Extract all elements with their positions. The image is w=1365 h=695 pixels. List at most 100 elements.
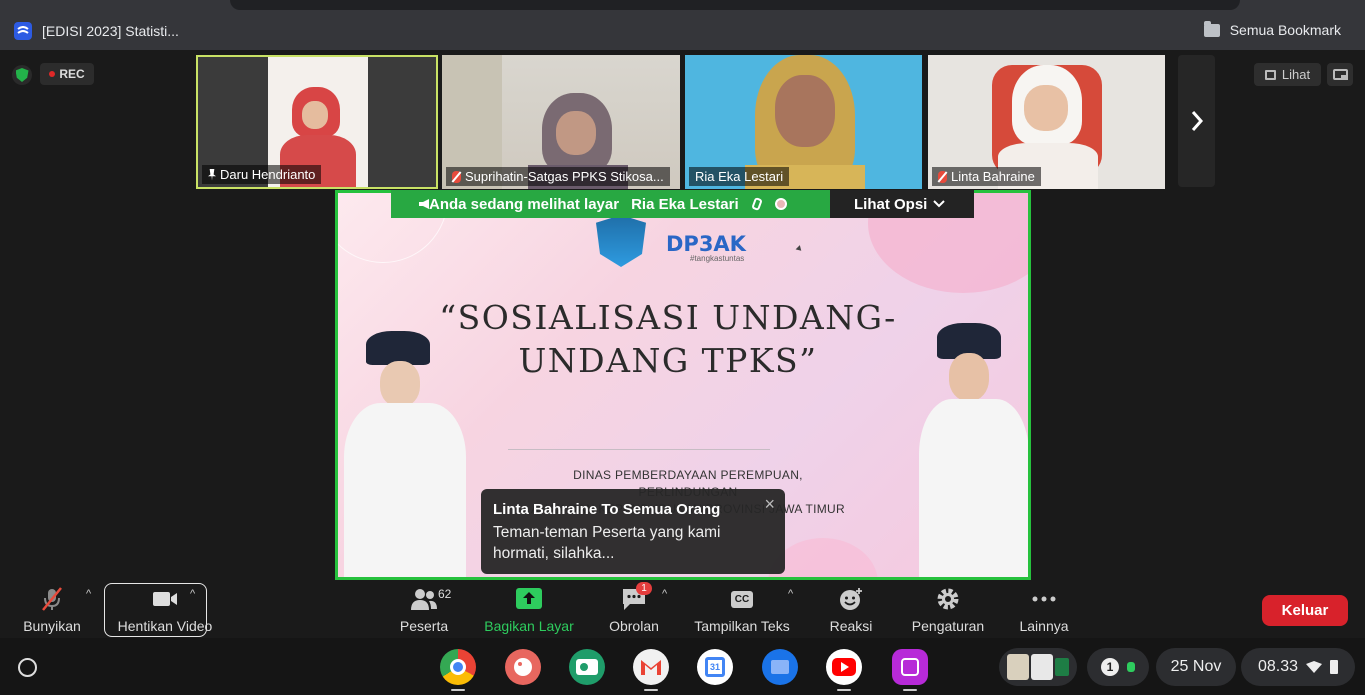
participants-label: Peserta xyxy=(399,618,449,634)
audio-options-chevron-icon[interactable]: ^ xyxy=(86,588,91,600)
slide-title: “SOSIALISASI UNDANG-UNDANG TPKS” xyxy=(439,298,897,380)
picture-in-picture-button[interactable] xyxy=(1327,63,1353,86)
dp3ak-tagline: #tangkastuntas xyxy=(690,254,745,263)
battery-icon xyxy=(1330,660,1339,674)
captions-options-chevron-icon[interactable]: ^ xyxy=(788,588,793,600)
date-label: 25 Nov xyxy=(1170,658,1222,675)
participant-tile[interactable]: Daru Hendrianto xyxy=(196,55,438,189)
camera-in-use-icon xyxy=(1127,662,1135,672)
more-button[interactable]: Lainnya xyxy=(1016,580,1072,638)
participant-name: Ria Eka Lestari xyxy=(695,169,784,184)
reactions-button[interactable]: Reaksi xyxy=(826,580,876,638)
chevron-down-icon xyxy=(933,200,946,208)
governor-photo xyxy=(338,323,473,577)
more-dots-icon xyxy=(1032,596,1056,602)
share-screen-button[interactable]: Bagikan Layar xyxy=(482,580,576,638)
viewing-share-indicator: Anda sedang melihat layar Ria Eka Lestar… xyxy=(391,190,830,218)
speaker-icon xyxy=(419,199,429,209)
participant-name-tag: Daru Hendrianto xyxy=(202,165,322,184)
bookmark-bar: [EDISI 2023] Statisti... Semua Bookmark xyxy=(0,0,1365,50)
running-indicator xyxy=(451,689,465,691)
video-camera-icon xyxy=(153,592,177,606)
participant-tile[interactable]: Suprihatin-Satgas PPKS Stikosa... xyxy=(442,55,680,189)
participants-icon xyxy=(411,589,437,610)
unmute-button[interactable]: Bunyikan xyxy=(18,580,86,638)
chat-sender: Linta Bahraine To Semua Orang xyxy=(493,501,721,518)
chat-notification[interactable]: Linta Bahraine To Semua Orang Teman-tema… xyxy=(481,489,785,574)
vice-governor-photo xyxy=(913,323,1028,577)
bookmark-label: [EDISI 2023] Statisti... xyxy=(42,23,179,39)
mic-muted-icon xyxy=(938,170,947,183)
launcher-icon[interactable] xyxy=(18,658,37,677)
gear-icon xyxy=(937,588,959,610)
view-options-label: Lihat Opsi xyxy=(854,195,928,213)
chevron-right-icon xyxy=(1191,111,1203,131)
province-emblem-icon xyxy=(596,215,646,267)
smiley-icon xyxy=(840,588,862,610)
mic-icon xyxy=(750,196,763,212)
security-shield-icon[interactable] xyxy=(12,65,32,85)
notification-tray[interactable]: 1 xyxy=(1087,648,1149,686)
running-indicator xyxy=(903,689,917,691)
participant-name: Daru Hendrianto xyxy=(220,167,316,182)
site-favicon-icon xyxy=(14,22,32,40)
classroom-icon[interactable] xyxy=(569,649,605,685)
more-label: Lainnya xyxy=(1019,618,1069,634)
date-tray[interactable]: 25 Nov xyxy=(1156,648,1236,686)
divider xyxy=(508,449,770,450)
canvas-icon[interactable] xyxy=(505,649,541,685)
record-icon xyxy=(774,198,787,210)
view-label: Lihat xyxy=(1281,67,1311,82)
record-dot-icon xyxy=(49,71,56,77)
notification-count: 1 xyxy=(1101,658,1119,676)
gallery-icon[interactable] xyxy=(892,649,928,685)
chat-message: Teman-teman Peserta yang kami hormati, s… xyxy=(493,524,721,562)
participant-name: Suprihatin-Satgas PPKS Stikosa... xyxy=(465,169,664,184)
unmute-label: Bunyikan xyxy=(23,618,81,634)
leave-button[interactable]: Keluar xyxy=(1262,595,1348,626)
show-captions-button[interactable]: CC Tampilkan Teks xyxy=(692,580,792,638)
settings-label: Pengaturan xyxy=(911,618,985,634)
wifi-icon xyxy=(1306,661,1323,673)
files-icon[interactable] xyxy=(762,649,798,685)
youtube-icon[interactable] xyxy=(826,649,862,685)
chat-options-chevron-icon[interactable]: ^ xyxy=(662,588,667,600)
participant-name-tag: Linta Bahraine xyxy=(932,167,1041,186)
chat-button[interactable]: Obrolan xyxy=(604,580,664,638)
participant-tile[interactable]: Linta Bahraine xyxy=(928,55,1165,189)
running-indicator xyxy=(644,689,658,691)
close-icon[interactable]: × xyxy=(764,494,775,515)
calendar-icon[interactable]: 31 xyxy=(697,649,733,685)
view-options-button[interactable]: Lihat Opsi xyxy=(830,190,974,218)
all-bookmarks-button[interactable]: Semua Bookmark xyxy=(1203,20,1341,38)
captions-label: Tampilkan Teks xyxy=(694,618,790,634)
settings-button[interactable]: Pengaturan xyxy=(908,580,988,638)
stop-video-button[interactable]: Hentikan Video xyxy=(110,580,220,638)
time-label: 08.33 xyxy=(1257,658,1299,675)
gmail-icon[interactable] xyxy=(633,649,669,685)
pip-icon xyxy=(1332,69,1348,80)
grid-view-icon xyxy=(1264,69,1276,80)
dp3ak-logo: DP3AK xyxy=(666,232,746,256)
participant-name-tag: Ria Eka Lestari xyxy=(689,167,790,186)
chrome-icon[interactable] xyxy=(440,649,476,685)
participant-name-tag: Suprihatin-Satgas PPKS Stikosa... xyxy=(446,167,670,186)
sharer-name: Ria Eka Lestari xyxy=(631,195,739,213)
video-options-chevron-icon[interactable]: ^ xyxy=(190,588,195,600)
os-shelf: 31 1 25 Nov 08.33 xyxy=(0,638,1365,695)
mic-muted-icon xyxy=(452,170,461,183)
view-button[interactable]: Lihat xyxy=(1254,63,1321,86)
recording-indicator[interactable]: REC xyxy=(40,63,94,85)
holding-space-tray[interactable] xyxy=(999,648,1077,686)
bookmark-item[interactable]: [EDISI 2023] Statisti... xyxy=(14,22,179,40)
next-page-button[interactable] xyxy=(1178,55,1215,187)
folder-icon xyxy=(1203,20,1220,37)
cursor-icon xyxy=(795,245,804,253)
cc-icon-text: CC xyxy=(730,590,754,608)
status-tray[interactable]: 08.33 xyxy=(1241,648,1355,686)
meeting-toolbar: Bunyikan ^ Hentikan Video ^ Peserta 62 B… xyxy=(0,580,1365,638)
chat-label: Obrolan xyxy=(609,618,659,634)
share-screen-icon xyxy=(516,588,542,609)
mic-muted-icon xyxy=(42,587,62,611)
participant-tile[interactable]: Ria Eka Lestari xyxy=(685,55,922,189)
